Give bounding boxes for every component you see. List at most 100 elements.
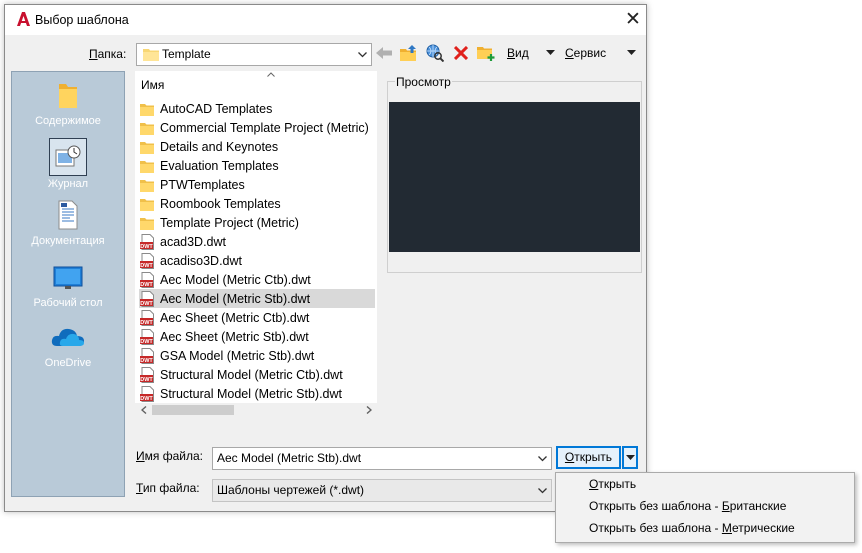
documents-icon bbox=[58, 200, 78, 230]
place-history[interactable]: Журнал bbox=[12, 138, 124, 190]
view-menu-button[interactable]: Вид bbox=[507, 46, 529, 60]
title-bar: Выбор шаблона ✕ bbox=[5, 5, 646, 35]
place-onedrive[interactable]: OneDrive bbox=[12, 322, 124, 369]
file-name: Template Project (Metric) bbox=[160, 215, 299, 230]
dwt-file-icon: DWT bbox=[140, 309, 154, 326]
svg-text:DWT: DWT bbox=[140, 320, 153, 326]
folder-row[interactable]: Evaluation Templates bbox=[139, 156, 375, 175]
file-list: Имя AutoCAD Templates Commercial Template… bbox=[135, 71, 377, 417]
place-label: Рабочий стол bbox=[33, 297, 103, 309]
new-folder-button[interactable] bbox=[475, 42, 497, 64]
file-row[interactable]: DWT acad3D.dwt bbox=[139, 232, 375, 251]
svg-text:DWT: DWT bbox=[140, 377, 153, 383]
back-button[interactable] bbox=[374, 42, 394, 64]
search-web-button[interactable] bbox=[424, 42, 446, 64]
scroll-left-icon[interactable] bbox=[141, 406, 147, 414]
dwt-file-icon: DWT bbox=[140, 366, 154, 383]
view-dropdown-icon[interactable] bbox=[546, 50, 555, 55]
file-name: acadiso3D.dwt bbox=[160, 253, 242, 268]
svg-text:DWT: DWT bbox=[140, 244, 153, 250]
filetype-select[interactable]: Шаблоны чертежей (*.dwt) bbox=[212, 479, 552, 502]
autocad-icon bbox=[17, 12, 30, 26]
file-row[interactable]: DWT acadiso3D.dwt bbox=[139, 251, 375, 270]
column-name-label: Имя bbox=[141, 78, 165, 92]
svg-text:DWT: DWT bbox=[140, 282, 153, 288]
select-template-dialog: Выбор шаблона ✕ Папка: Template Вид Серв… bbox=[4, 4, 647, 512]
file-name: Roombook Templates bbox=[160, 196, 281, 211]
up-folder-button[interactable] bbox=[398, 42, 420, 64]
folder-icon bbox=[59, 84, 77, 108]
delete-button[interactable] bbox=[451, 42, 471, 64]
chevron-down-icon bbox=[355, 44, 369, 65]
filetype-value: Шаблоны чертежей (*.dwt) bbox=[217, 483, 365, 497]
horizontal-scrollbar[interactable] bbox=[135, 403, 377, 417]
folder-icon bbox=[143, 49, 159, 61]
file-row[interactable]: DWT Aec Model (Metric Stb).dwt bbox=[139, 289, 375, 308]
delete-icon bbox=[454, 46, 468, 60]
folder-row[interactable]: Commercial Template Project (Metric) bbox=[139, 118, 375, 137]
file-row[interactable]: DWT Aec Model (Metric Ctb).dwt bbox=[139, 270, 375, 289]
svg-text:DWT: DWT bbox=[140, 396, 153, 402]
file-row[interactable]: DWT Structural Model (Metric Ctb).dwt bbox=[139, 365, 375, 384]
folder-row[interactable]: Details and Keynotes bbox=[139, 137, 375, 156]
file-row[interactable]: DWT Aec Sheet (Metric Ctb).dwt bbox=[139, 308, 375, 327]
place-contents[interactable]: Содержимое bbox=[12, 80, 124, 127]
filename-label: Имя файла: bbox=[136, 449, 203, 463]
dropdown-arrow-icon bbox=[625, 455, 635, 460]
folder-icon bbox=[140, 141, 154, 154]
folder-value: Template bbox=[162, 47, 211, 61]
file-name: GSA Model (Metric Stb).dwt bbox=[160, 348, 315, 363]
folder-combo[interactable]: Template bbox=[136, 43, 372, 66]
dwt-file-icon: DWT bbox=[140, 252, 154, 269]
file-row[interactable]: DWT Structural Model (Metric Stb).dwt bbox=[139, 384, 375, 403]
menu-item-open[interactable]: Открыть bbox=[589, 477, 636, 491]
onedrive-icon bbox=[51, 328, 84, 346]
menu-item-open-no-template-imperial[interactable]: Открыть без шаблона - Британские bbox=[589, 499, 786, 513]
places-bar: Содержимое Журнал Документация Рабочий с… bbox=[11, 71, 125, 497]
column-header-name[interactable]: Имя bbox=[135, 71, 377, 93]
file-name: Structural Model (Metric Stb).dwt bbox=[160, 386, 342, 401]
place-documents[interactable]: Документация bbox=[12, 200, 124, 247]
folder-icon bbox=[140, 217, 154, 230]
dwt-file-icon: DWT bbox=[140, 347, 154, 364]
preview-label: Просмотр bbox=[395, 75, 452, 89]
place-label: Документация bbox=[31, 235, 105, 247]
file-row[interactable]: DWT Aec Sheet (Metric Stb).dwt bbox=[139, 327, 375, 346]
place-label: OneDrive bbox=[44, 357, 92, 369]
filetype-label: Тип файла: bbox=[136, 481, 200, 495]
sort-up-icon bbox=[267, 72, 275, 77]
file-name: Commercial Template Project (Metric) bbox=[160, 120, 369, 135]
preview-image bbox=[389, 102, 640, 252]
dwt-file-icon: DWT bbox=[140, 290, 154, 307]
file-name: Aec Model (Metric Ctb).dwt bbox=[160, 272, 311, 287]
file-name: Aec Sheet (Metric Stb).dwt bbox=[160, 329, 309, 344]
folder-icon bbox=[140, 198, 154, 211]
svg-text:DWT: DWT bbox=[140, 339, 153, 345]
folder-row[interactable]: PTWTemplates bbox=[139, 175, 375, 194]
chevron-down-icon bbox=[535, 448, 549, 469]
tools-label: Сервис bbox=[565, 46, 607, 60]
open-dropdown-button[interactable] bbox=[622, 446, 638, 469]
folder-row[interactable]: Template Project (Metric) bbox=[139, 213, 375, 232]
close-button[interactable]: ✕ bbox=[622, 9, 644, 31]
folder-row[interactable]: AutoCAD Templates bbox=[139, 99, 375, 118]
place-label: Содержимое bbox=[35, 115, 101, 127]
folder-icon bbox=[140, 122, 154, 135]
chevron-down-icon bbox=[535, 480, 549, 501]
filename-input[interactable]: Aec Model (Metric Stb).dwt bbox=[212, 447, 552, 470]
scroll-right-icon[interactable] bbox=[366, 406, 372, 414]
tools-menu-button[interactable]: Сервис bbox=[565, 46, 606, 60]
folder-row[interactable]: Roombook Templates bbox=[139, 194, 375, 213]
menu-item-open-no-template-metric[interactable]: Открыть без шаблона - Метрические bbox=[589, 521, 795, 535]
file-row[interactable]: DWT GSA Model (Metric Stb).dwt bbox=[139, 346, 375, 365]
scrollbar-thumb[interactable] bbox=[152, 405, 234, 415]
place-desktop[interactable]: Рабочий стол bbox=[12, 262, 124, 309]
tools-dropdown-icon[interactable] bbox=[627, 50, 636, 55]
open-button-label: Открыть bbox=[564, 450, 613, 464]
file-name: acad3D.dwt bbox=[160, 234, 227, 249]
open-button[interactable]: Открыть bbox=[556, 446, 621, 469]
place-label: Журнал bbox=[47, 178, 89, 190]
filename-value: Aec Model (Metric Stb).dwt bbox=[217, 451, 362, 465]
new-folder-icon bbox=[477, 47, 495, 61]
file-name: Aec Model (Metric Stb).dwt bbox=[160, 291, 311, 306]
